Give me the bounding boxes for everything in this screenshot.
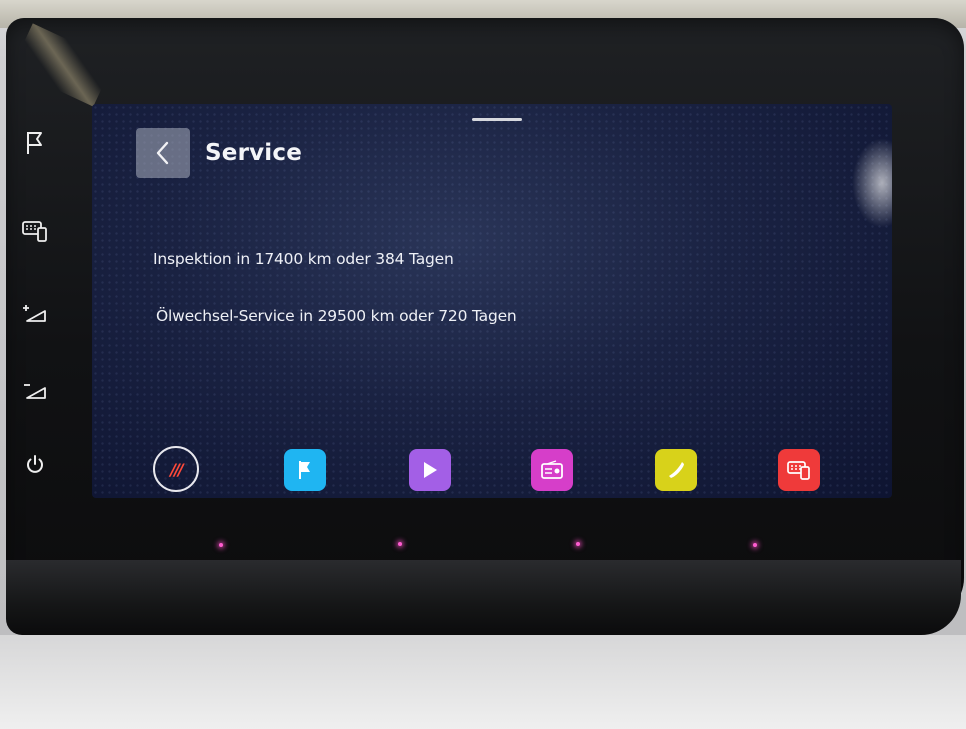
photo-background: Service Inspektion in 17400 km oder 384 … <box>0 0 966 729</box>
play-icon <box>424 462 437 478</box>
dashboard-surface <box>0 635 966 729</box>
head-unit-lower-trim <box>6 560 961 635</box>
page-title: Service <box>205 140 303 166</box>
ambient-light-dot <box>398 542 402 546</box>
flag-icon <box>299 461 310 479</box>
side-flag-button[interactable] <box>18 128 52 158</box>
car-phone-icon <box>787 461 810 480</box>
ambient-light-dot <box>576 542 580 546</box>
dock-connectivity-button[interactable] <box>778 449 820 491</box>
volume-up-icon <box>23 305 46 322</box>
side-power-button[interactable] <box>18 450 52 480</box>
chevron-left-icon <box>156 141 169 165</box>
ambient-light-dot <box>219 543 223 547</box>
volume-down-icon <box>24 384 46 399</box>
car-phone-icon <box>22 221 47 242</box>
back-button[interactable] <box>136 128 190 178</box>
radio-icon <box>541 460 563 479</box>
dock-home-button[interactable]: /// <box>153 446 199 492</box>
flag-icon <box>27 132 42 154</box>
power-icon <box>27 455 43 473</box>
app-dock: /// <box>92 442 892 498</box>
side-volume-up-button[interactable] <box>18 298 52 328</box>
dock-navigation-button[interactable] <box>284 449 326 491</box>
inspection-service-text: Inspektion in 17400 km oder 384 Tagen <box>153 250 454 268</box>
dock-phone-button[interactable] <box>655 449 697 491</box>
side-car-phone-button[interactable] <box>18 216 52 246</box>
pull-down-handle[interactable] <box>472 118 522 121</box>
side-volume-down-button[interactable] <box>18 375 52 405</box>
screen-glare <box>852 138 892 228</box>
dock-media-button[interactable] <box>409 449 451 491</box>
oil-change-service-text: Ölwechsel-Service in 29500 km oder 720 T… <box>156 307 517 325</box>
phone-icon <box>669 462 684 478</box>
infotainment-screen: Service Inspektion in 17400 km oder 384 … <box>92 104 892 498</box>
home-stripes-label: /// <box>170 459 183 479</box>
ambient-light-dot <box>753 543 757 547</box>
dock-radio-button[interactable] <box>531 449 573 491</box>
